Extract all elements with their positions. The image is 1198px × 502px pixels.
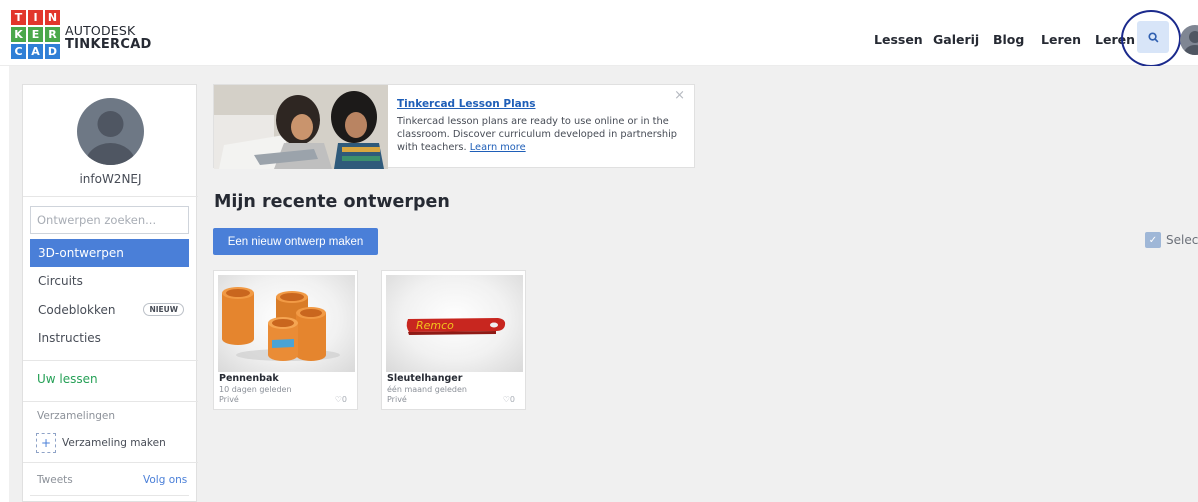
likes-count[interactable]: ♡0 <box>335 395 347 404</box>
select-all-toggle[interactable]: ✓ Select <box>1145 232 1198 248</box>
divider <box>30 495 189 496</box>
design-card[interactable]: Pennenbak 10 dagen geleden Privé ♡0 <box>213 270 358 410</box>
design-privacy: Privé <box>387 395 407 404</box>
your-lessons-link[interactable]: Uw lessen <box>37 372 98 386</box>
brand-autodesk: AUTODESK <box>65 23 136 38</box>
top-bar: T I N K E R C A D AUTODESK TINKERCAD Les… <box>0 10 1198 67</box>
design-card[interactable]: Remco Sleutelhanger één maand geleden Pr… <box>381 270 526 410</box>
nav-blog[interactable]: Blog <box>993 32 1024 47</box>
logo-letter: C <box>11 44 26 59</box>
likes-count[interactable]: ♡0 <box>503 395 515 404</box>
collections-label: Verzamelingen <box>37 410 116 422</box>
new-badge: NIEUW <box>143 303 184 316</box>
keychain-model: Remco <box>406 318 506 335</box>
likes-value: 0 <box>341 395 347 404</box>
new-design-button[interactable]: Een nieuw ontwerp maken <box>213 228 378 255</box>
logo-letter: A <box>28 44 43 59</box>
close-icon[interactable]: × <box>674 88 685 103</box>
learn-more-link[interactable]: Learn more <box>470 142 526 153</box>
highlight-circle <box>1121 10 1181 67</box>
sidebar-item-label: 3D-ontwerpen <box>38 246 124 260</box>
banner-title-link[interactable]: Tinkercad Lesson Plans <box>397 98 535 110</box>
nav-leren[interactable]: Leren <box>1041 32 1081 47</box>
avatar-silhouette-icon <box>85 111 136 165</box>
sidebar-item-label: Instructies <box>38 331 101 345</box>
sidebar-item-codeblocks[interactable]: Codeblokken NIEUW <box>30 296 189 324</box>
brand-tinkercad: TINKERCAD <box>65 37 152 52</box>
logo-letter: N <box>45 10 60 25</box>
logo-letter: R <box>45 27 60 42</box>
sidebar-item-circuits[interactable]: Circuits <box>30 267 189 295</box>
logo-letter: I <box>28 10 43 25</box>
divider <box>23 196 198 197</box>
divider <box>23 401 198 402</box>
divider <box>23 462 198 463</box>
sidebar-item-instructions[interactable]: Instructies <box>30 324 189 352</box>
lesson-plans-banner: Tinkercad Lesson Plans Tinkercad lesson … <box>213 84 695 169</box>
tinkercad-logo[interactable]: T I N K E R C A D <box>11 10 60 59</box>
avatar-silhouette-icon <box>1184 31 1198 55</box>
username: infoW2NEJ <box>79 172 142 186</box>
checkbox-icon[interactable]: ✓ <box>1145 232 1161 248</box>
pen-holder-model <box>222 287 340 361</box>
plus-icon: + <box>36 433 56 453</box>
keychain-text: Remco <box>416 319 454 332</box>
profile-avatar[interactable] <box>77 98 144 165</box>
heart-icon: ♡ <box>502 395 510 404</box>
divider <box>23 360 198 361</box>
design-name[interactable]: Sleutelhanger <box>387 373 462 384</box>
nav-lessen[interactable]: Lessen <box>874 32 923 47</box>
select-all-label: Select <box>1166 233 1198 247</box>
sidebar: infoW2NEJ 3D-ontwerpen Circuits Codeblok… <box>22 84 198 502</box>
user-avatar[interactable] <box>1180 25 1198 55</box>
follow-us-link[interactable]: Volg ons <box>143 474 187 486</box>
design-date: 10 dagen geleden <box>219 385 292 394</box>
nav-galerij[interactable]: Galerij <box>933 32 979 47</box>
design-privacy: Privé <box>219 395 239 404</box>
banner-image <box>214 85 388 169</box>
make-collection-button[interactable]: + Verzameling maken <box>36 433 166 453</box>
brand-name[interactable]: AUTODESK TINKERCAD <box>65 24 152 52</box>
likes-value: 0 <box>509 395 515 404</box>
logo-letter: E <box>28 27 43 42</box>
sidebar-item-3d-designs[interactable]: 3D-ontwerpen <box>30 239 189 267</box>
design-search-input[interactable] <box>30 206 189 234</box>
design-name[interactable]: Pennenbak <box>219 373 279 384</box>
make-collection-label: Verzameling maken <box>62 437 166 449</box>
sidebar-item-label: Codeblokken <box>38 303 116 317</box>
page-title: Mijn recente ontwerpen <box>214 192 450 212</box>
logo-letter: K <box>11 27 26 42</box>
sidebar-item-label: Circuits <box>38 274 83 288</box>
design-thumbnail[interactable]: Remco <box>386 275 523 372</box>
heart-icon: ♡ <box>334 395 342 404</box>
design-date: één maand geleden <box>387 385 467 394</box>
tweets-label: Tweets <box>37 474 73 486</box>
banner-photo <box>214 85 388 169</box>
logo-letter: T <box>11 10 26 25</box>
banner-description: Tinkercad lesson plans are ready to use … <box>397 116 678 153</box>
design-thumbnail[interactable] <box>218 275 355 372</box>
banner-text: Tinkercad lesson plans are ready to use … <box>397 115 687 154</box>
logo-letter: D <box>45 44 60 59</box>
